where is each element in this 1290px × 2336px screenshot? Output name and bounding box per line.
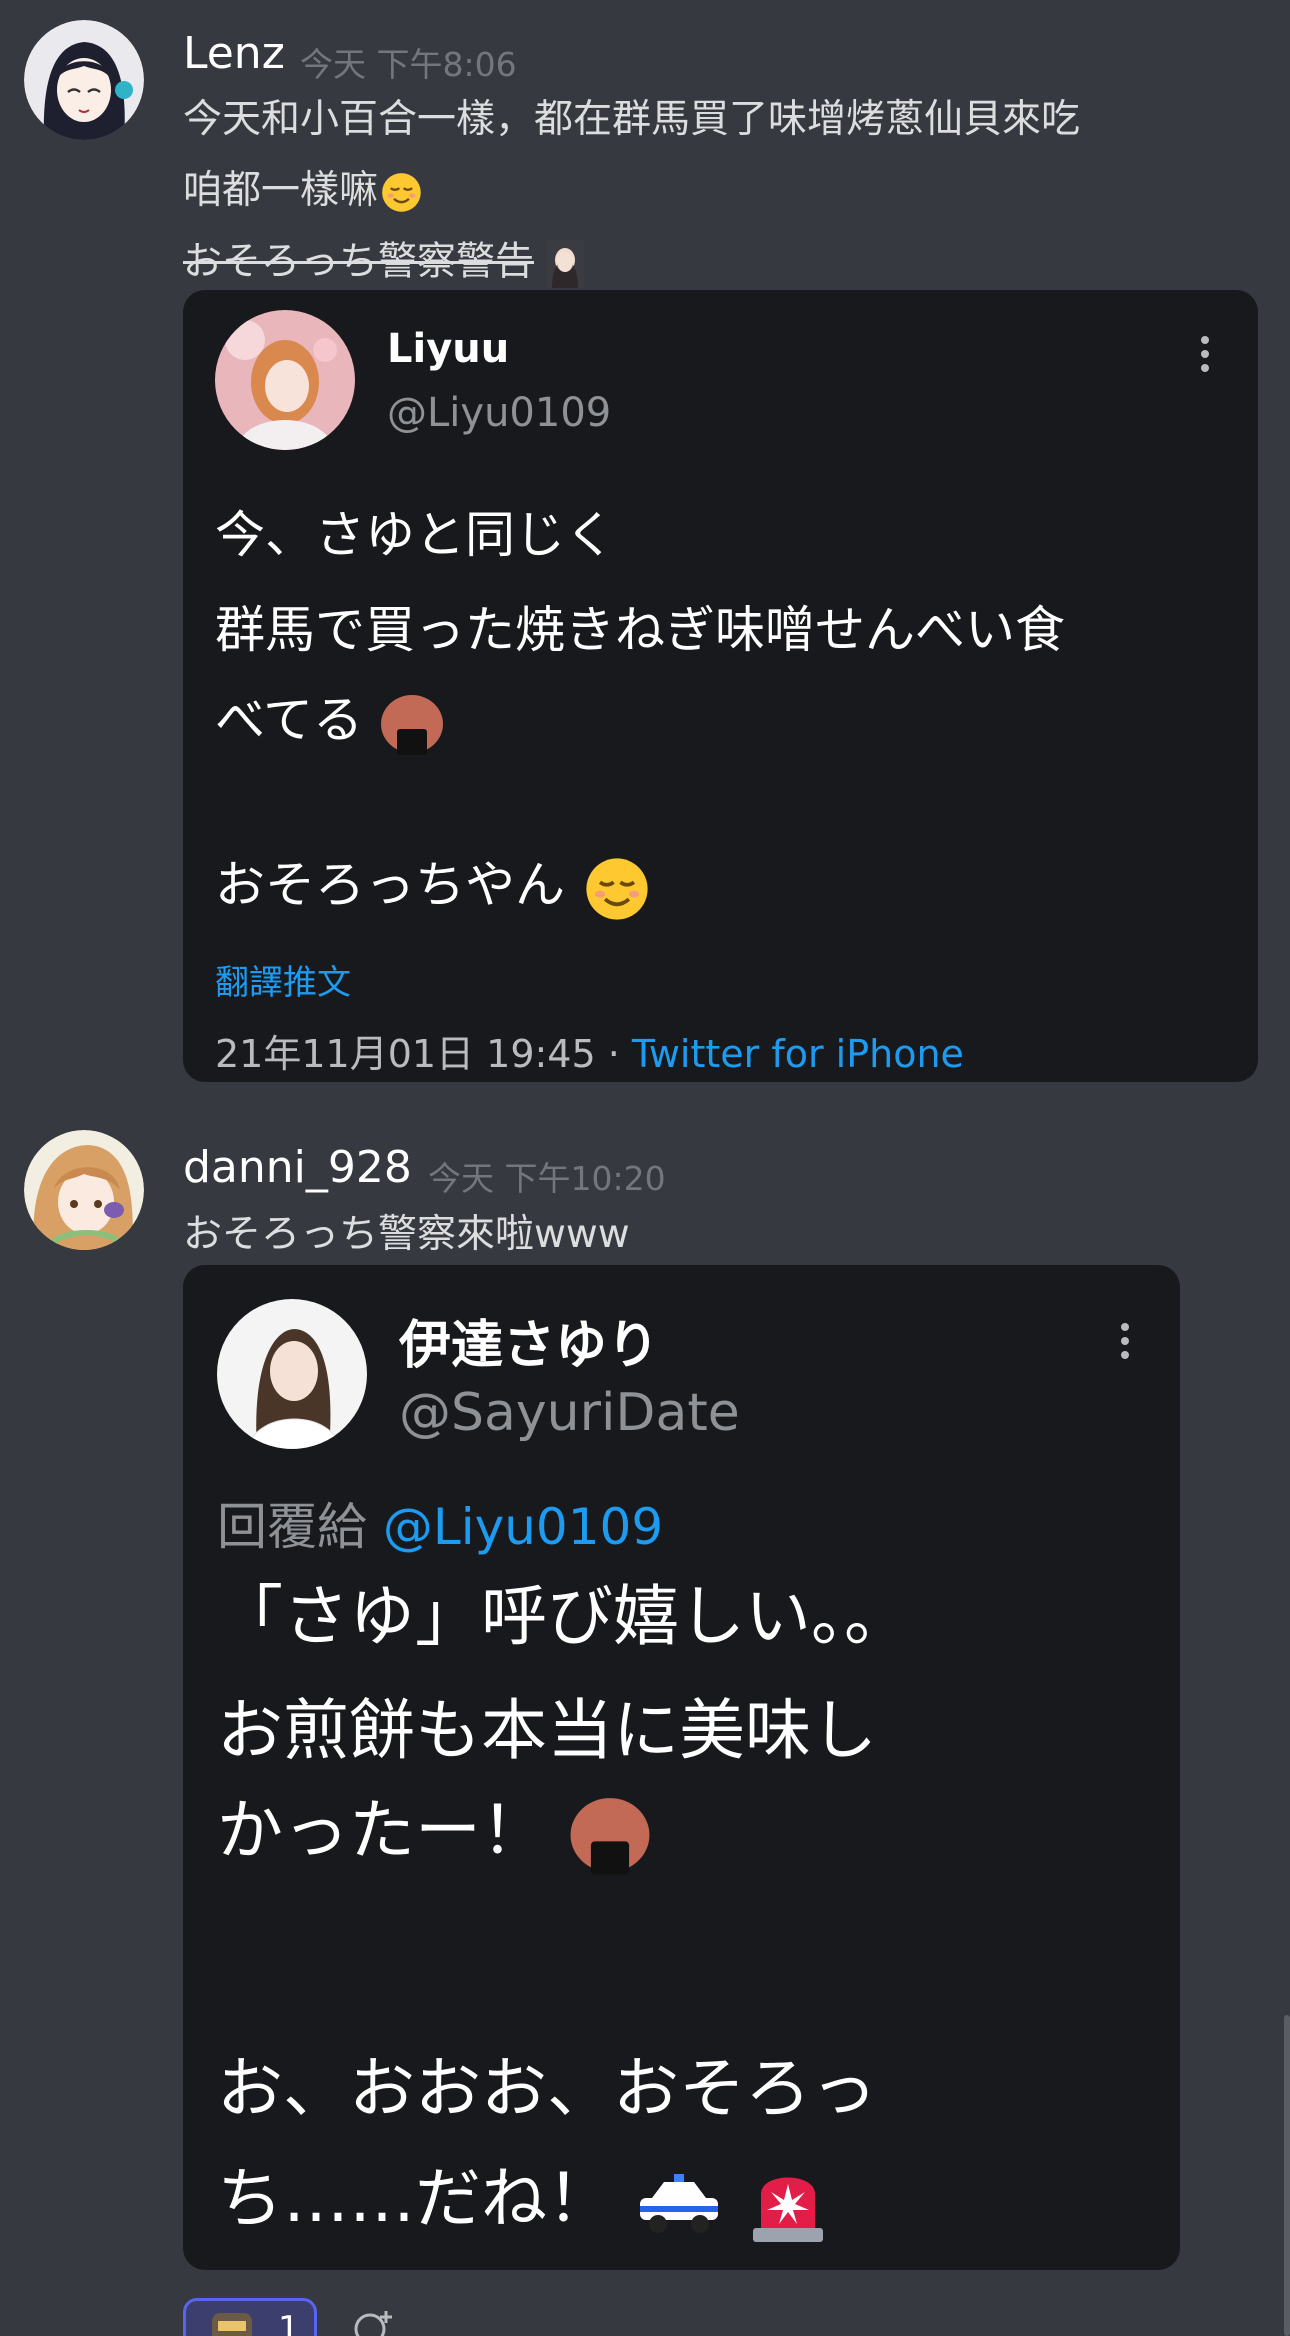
tweet-text-line: ち……だね！ [217,2145,831,2248]
message-text: おそろっち警察來啦www [183,1212,630,1257]
rice-ball-icon [380,694,443,755]
tweet-text-line: 「さゆ」呼び嬉しい。。 [217,1578,910,1655]
tweet-author-avatar[interactable] [215,310,355,450]
message-text: 今天和小百合一樣，都在群馬買了味增烤蔥仙貝來吃 [183,97,1081,142]
reply-to-handle[interactable]: @Liyu0109 [383,1498,663,1556]
scrollbar[interactable] [1284,2015,1290,2336]
tweet-embed[interactable]: 伊達さゆり @SayuriDate 回覆給 @Liyu0109 「さゆ」呼び嬉し… [183,1265,1180,2270]
message-timestamp: 今天 下午8:06 [300,45,517,84]
author-name[interactable]: Lenz [183,28,285,79]
tweet-meta: 21年11月01日 19:45 · Twitter for iPhone [215,1032,964,1076]
message-text-spoiler: おそろっち警察警告 [183,240,585,288]
tweet-text-line: べてる [215,680,445,757]
tweet-text-line: 今、さゆと同じく [215,506,615,564]
tweet-text-line: お煎餅も本当に美味し [217,1692,877,1769]
message-timestamp: 今天 下午10:20 [428,1159,666,1198]
add-reaction-icon[interactable] [350,2305,400,2336]
translate-tweet-link[interactable]: 翻譯推文 [215,955,351,1004]
reaction-emoji-icon [212,2313,252,2336]
police-siren-icon [752,2177,823,2242]
tweet-text-line: お、おおお、おそろっ [217,2050,877,2127]
relieved-face-icon [382,173,421,212]
tweet-text-line: おそろっちやん [215,845,651,923]
reaction-chip[interactable]: 1 [183,2298,317,2336]
tweet-display-name[interactable]: Liyuu [387,326,509,372]
tweet-display-name[interactable]: 伊達さゆり [399,1303,659,1378]
avatar-danni[interactable] [24,1130,144,1250]
message-text: 咱都一樣嘛 [183,171,423,214]
small-portrait-sticker [546,240,585,288]
reply-to-label: 回覆給 @Liyu0109 [217,1498,664,1556]
police-car-icon [639,2173,718,2233]
avatar-lenz[interactable] [24,20,144,140]
tweet-author-avatar[interactable] [217,1299,367,1449]
tweet-text-line: かったー！ [217,1777,652,1877]
tweet-text-line: 群馬で買った焼きねぎ味噌せんべい食 [215,601,1065,659]
author-name[interactable]: danni_928 [183,1142,412,1193]
tweet-handle[interactable]: @Liyu0109 [387,390,611,436]
rice-ball-icon [570,1798,650,1875]
tweet-embed[interactable]: Liyuu @Liyu0109 今、さゆと同じく 群馬で買った焼きねぎ味噌せんべ… [183,290,1258,1082]
tweet-source-link[interactable]: Twitter for iPhone [632,1032,964,1076]
reaction-count: 1 [278,2309,300,2336]
tweet-handle[interactable]: @SayuriDate [399,1383,740,1443]
chat-view: Lenz 今天 下午8:06 今天和小百合一樣，都在群馬買了味增烤蔥仙貝來吃 咱… [0,0,1290,2336]
more-options-icon[interactable] [1198,336,1212,378]
more-options-icon[interactable] [1118,1323,1132,1365]
relieved-face-icon [586,857,648,920]
